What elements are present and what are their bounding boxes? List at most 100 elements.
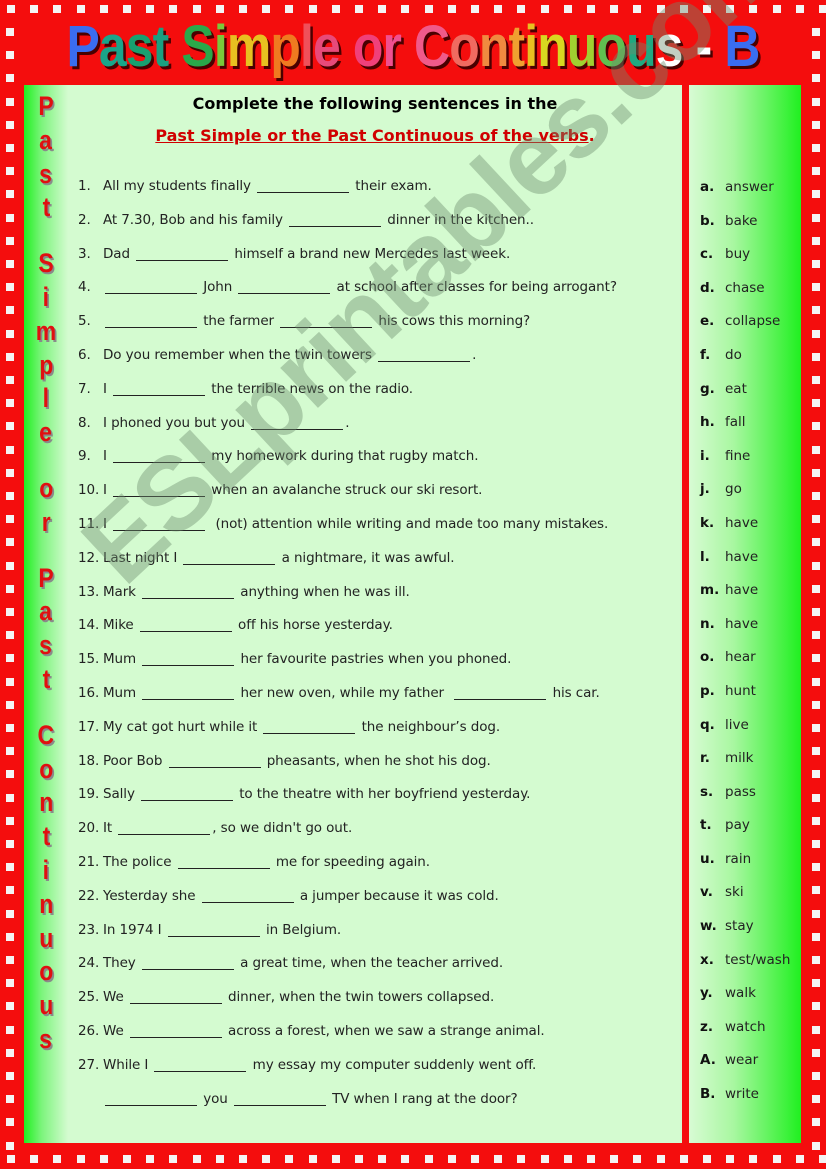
word-bank-letter: b. — [700, 212, 715, 229]
word-bank-item: g. eat — [700, 381, 796, 415]
answer-blank[interactable] — [129, 1023, 222, 1038]
answer-blank[interactable] — [251, 415, 344, 430]
sentence-text: the terrible news on the radio. — [207, 380, 413, 397]
word-bank-item: t. pay — [700, 817, 796, 851]
sentence-number: 5. — [78, 313, 91, 330]
answer-blank[interactable] — [168, 753, 261, 768]
word-bank-verb: answer — [725, 179, 774, 195]
frame-dot — [6, 863, 14, 872]
sentence-text: . — [345, 414, 350, 431]
word-bank-item: r. milk — [700, 750, 796, 784]
answer-blank[interactable] — [142, 584, 235, 599]
answer-blank[interactable] — [141, 786, 234, 802]
answer-blank[interactable] — [142, 651, 235, 667]
sentence-number: 27. — [78, 1056, 100, 1073]
answer-blank[interactable] — [454, 685, 547, 700]
word-bank-letter: u. — [700, 850, 715, 867]
side-strip-letter: a — [39, 124, 53, 155]
sentence-number: 22. — [78, 887, 100, 904]
title-letter — [683, 14, 696, 79]
frame-dot — [812, 1025, 820, 1034]
answer-blank[interactable] — [233, 1091, 326, 1106]
answer-blank[interactable] — [263, 719, 356, 734]
frame-dot — [812, 863, 820, 872]
answer-blank[interactable] — [129, 989, 222, 1005]
word-bank-item: h. fall — [700, 414, 796, 448]
sentence-number: 4. — [78, 279, 91, 296]
side-strip-letter: t — [42, 192, 50, 223]
word-bank-item: q. live — [700, 717, 796, 751]
frame-dot — [6, 97, 14, 106]
answer-blank[interactable] — [105, 313, 197, 329]
frame-dot — [6, 1025, 14, 1034]
sentence-text: Mum — [103, 684, 141, 701]
frame-dot — [30, 1155, 39, 1163]
title-letter: P — [66, 14, 99, 79]
answer-blank[interactable] — [118, 820, 211, 836]
frame-dot — [401, 5, 410, 13]
answer-blank[interactable] — [201, 888, 294, 903]
title-letter: t — [508, 14, 525, 79]
frame-dot — [6, 1072, 14, 1080]
answer-blank[interactable] — [289, 212, 382, 227]
answer-blank[interactable] — [142, 685, 235, 700]
sentence-text: Do you remember when the twin towers — [103, 346, 377, 363]
answer-blank[interactable] — [136, 246, 229, 261]
frame-dot — [6, 445, 14, 454]
frame-dot — [6, 51, 14, 60]
answer-blank[interactable] — [167, 922, 260, 937]
frame-dot — [146, 1155, 155, 1163]
answer-blank[interactable] — [113, 482, 206, 498]
answer-blank[interactable] — [113, 381, 206, 396]
sentence-text: I phoned you but you — [103, 414, 250, 431]
answer-blank[interactable] — [105, 279, 197, 295]
side-strip-text: PastSimpleorPastContinuous — [24, 90, 68, 1057]
answer-blank[interactable] — [378, 347, 471, 362]
sentence-number: 14. — [78, 617, 100, 634]
answer-blank[interactable] — [154, 1057, 247, 1072]
side-strip-letter: s — [39, 1023, 53, 1054]
sentence-text: While I — [103, 1056, 153, 1073]
word-bank-verb: hunt — [725, 682, 756, 699]
frame-dot — [656, 5, 665, 13]
sentence-item: 7. I the terrible news on the radio. — [78, 381, 678, 415]
frame-dot — [6, 213, 14, 222]
sentence-text: Last night I — [103, 549, 182, 566]
frame-dot — [6, 677, 14, 686]
word-bank-verb: hear — [725, 649, 756, 666]
answer-blank[interactable] — [238, 279, 331, 295]
frame-dot — [812, 747, 820, 756]
title-letter: a — [98, 14, 127, 79]
answer-blank[interactable] — [113, 448, 206, 464]
sentence-text: anything when he was ill. — [236, 583, 410, 600]
answer-blank[interactable] — [257, 178, 350, 193]
sentence-item: 14. Mike off his horse yesterday. — [78, 617, 678, 651]
answer-blank[interactable] — [139, 617, 232, 633]
frame-dot — [812, 1048, 820, 1057]
frame-dot — [610, 1155, 619, 1163]
word-bank-letter: c. — [700, 246, 714, 263]
answer-blank[interactable] — [177, 854, 270, 869]
word-bank-letter: s. — [700, 783, 714, 800]
frame-dot — [812, 329, 820, 338]
sentence-item: 10. I when an avalanche struck our ski re… — [78, 482, 678, 516]
frame-dot — [540, 5, 549, 13]
sentence-number: 6. — [78, 346, 91, 363]
answer-blank[interactable] — [141, 955, 234, 971]
frame-dot — [812, 422, 820, 431]
frame-dot — [355, 5, 363, 13]
sentence-text: pheasants, when he shot his dog. — [262, 752, 491, 769]
word-bank-letter: w. — [700, 918, 717, 935]
word-bank-verb: fall — [725, 414, 746, 431]
frame-dot — [6, 1002, 14, 1011]
answer-blank[interactable] — [105, 1091, 197, 1106]
answer-blank[interactable] — [113, 516, 206, 531]
word-bank-letter: d. — [700, 279, 715, 296]
answer-blank[interactable] — [183, 550, 276, 565]
word-bank-letter: l. — [700, 548, 710, 565]
answer-blank[interactable] — [280, 313, 373, 329]
word-bank-letter: k. — [700, 514, 715, 531]
frame-dot — [494, 1155, 503, 1163]
word-bank-verb: milk — [725, 750, 754, 767]
word-bank-verb: have — [725, 615, 759, 632]
